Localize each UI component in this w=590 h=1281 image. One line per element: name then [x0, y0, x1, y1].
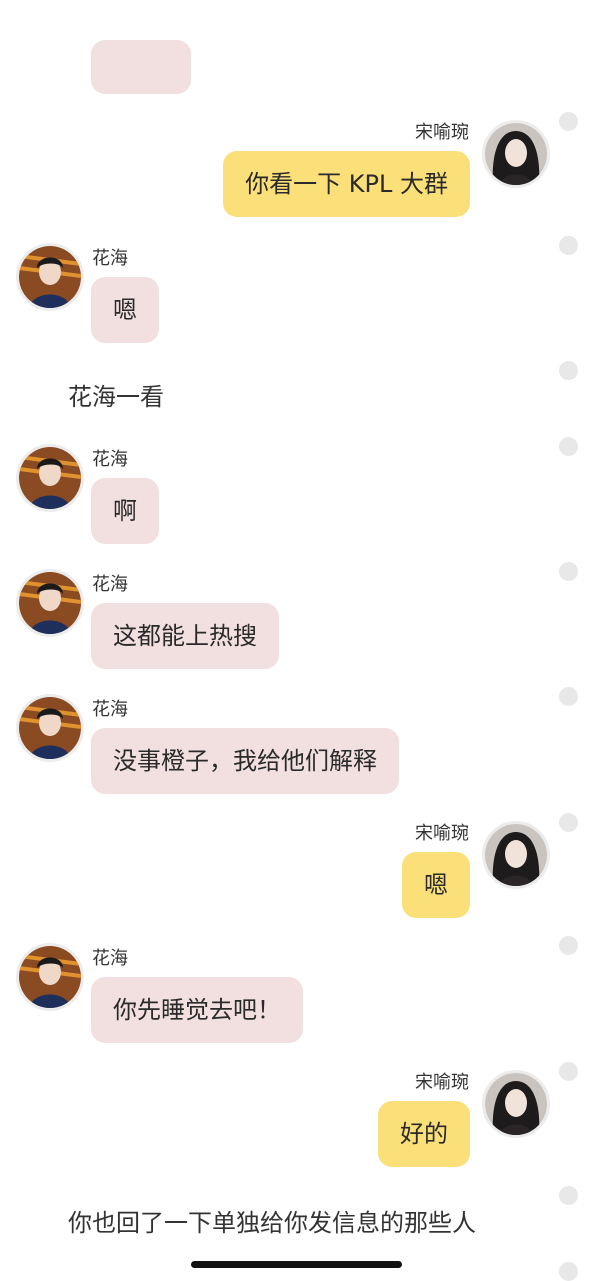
message-bubble[interactable]: 你先睡觉去吧！: [91, 977, 303, 1043]
sender-name: 花海: [92, 948, 128, 969]
sender-name: 花海: [92, 574, 128, 595]
previous-message-bubble-partial: [91, 40, 191, 94]
select-circle-icon[interactable]: [559, 361, 578, 380]
select-circle-icon[interactable]: [559, 1062, 578, 1081]
message-bubble[interactable]: 你看一下 KPL 大群: [223, 151, 470, 217]
select-circle-icon[interactable]: [559, 936, 578, 955]
sender-name: 宋喻琬: [415, 823, 469, 844]
message-bubble[interactable]: 啊: [91, 478, 159, 544]
sender-name: 花海: [92, 449, 128, 470]
message-bubble[interactable]: 这都能上热搜: [91, 603, 279, 669]
narration-text[interactable]: 你也回了一下单独给你发信息的那些人: [68, 1203, 476, 1238]
select-circle-icon[interactable]: [559, 562, 578, 581]
select-circle-icon[interactable]: [559, 112, 578, 131]
female-avatar-icon[interactable]: [482, 1070, 550, 1138]
message-bubble[interactable]: 好的: [378, 1101, 470, 1167]
home-indicator[interactable]: [191, 1261, 402, 1268]
sender-name: 宋喻琬: [415, 1072, 469, 1093]
narration-text[interactable]: 花海一看: [68, 377, 164, 412]
female-avatar-icon[interactable]: [482, 120, 550, 188]
male-avatar-icon[interactable]: [16, 943, 84, 1011]
select-circle-icon[interactable]: [559, 687, 578, 706]
select-circle-icon[interactable]: [559, 437, 578, 456]
male-avatar-icon[interactable]: [16, 569, 84, 637]
sender-name: 宋喻琬: [415, 122, 469, 143]
select-circle-icon[interactable]: [559, 236, 578, 255]
message-bubble[interactable]: 嗯: [91, 277, 159, 343]
male-avatar-icon[interactable]: [16, 694, 84, 762]
male-avatar-icon[interactable]: [16, 444, 84, 512]
select-circle-icon[interactable]: [559, 1262, 578, 1281]
select-circle-icon[interactable]: [559, 813, 578, 832]
message-bubble[interactable]: 嗯: [402, 852, 470, 918]
message-bubble[interactable]: 没事橙子，我给他们解释: [91, 728, 399, 794]
select-circle-icon[interactable]: [559, 1186, 578, 1205]
female-avatar-icon[interactable]: [482, 821, 550, 889]
sender-name: 花海: [92, 248, 128, 269]
sender-name: 花海: [92, 699, 128, 720]
male-avatar-icon[interactable]: [16, 243, 84, 311]
